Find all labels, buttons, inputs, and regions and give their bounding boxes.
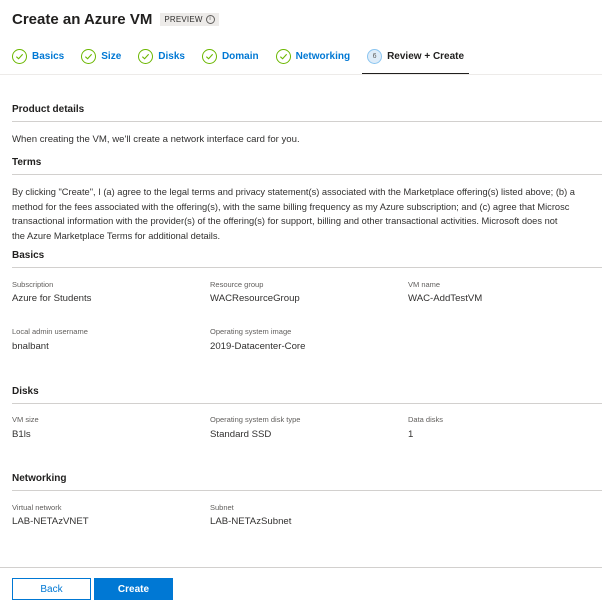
data-disks-value: 1 [408, 429, 414, 440]
data-disks-label: Data disks [408, 415, 444, 424]
step-label: Domain [221, 50, 259, 62]
step-size[interactable]: Size [81, 45, 121, 67]
page-header: Create an Azure VM PREVIEW i [12, 10, 219, 28]
page-title: Create an Azure VM [12, 10, 153, 28]
terms-line: By clicking "Create", I (a) agree to the… [12, 187, 575, 197]
disks-heading: Disks [12, 386, 39, 397]
subscription-label: Subscription [12, 280, 54, 289]
terms-line: the Azure Marketplace Terms for addition… [12, 230, 221, 241]
os-disk-type-value: Standard SSD [210, 429, 272, 440]
back-button[interactable]: Back [12, 578, 91, 600]
section-divider [12, 403, 602, 404]
basics-heading: Basics [12, 250, 45, 261]
admin-username-label: Local admin username [12, 327, 88, 336]
wizard-steps: Basics Size Disks Domain Networking 6 Re… [12, 45, 481, 75]
terms-line: transactional information with the provi… [12, 216, 558, 226]
resource-group-label: Resource group [210, 280, 264, 289]
subnet-label: Subnet [210, 503, 234, 512]
step-label: Basics [32, 50, 65, 62]
subnet-value: LAB-NETAzSubnet [210, 516, 292, 527]
step-label: Size [101, 50, 122, 62]
vm-name-label: VM name [408, 280, 441, 289]
preview-badge: PREVIEW i [160, 12, 219, 26]
step-label: Review + Create [387, 50, 465, 62]
section-divider [12, 490, 602, 491]
virtual-network-value: LAB-NETAzVNET [12, 516, 89, 527]
step-domain[interactable]: Domain [201, 45, 259, 67]
tab-divider [0, 74, 602, 75]
vm-size-value: B1ls [12, 429, 31, 440]
subscription-value: Azure for Students [12, 293, 92, 304]
create-button[interactable]: Create [94, 578, 173, 600]
checkmark-icon [12, 48, 27, 64]
checkmark-icon [138, 48, 154, 64]
networking-heading: Networking [12, 473, 67, 484]
step-disks[interactable]: Disks [138, 45, 185, 67]
terms-line: method for the fees associated with the … [12, 201, 570, 212]
terms-heading: Terms [12, 157, 42, 168]
create-azure-vm-page: Create an Azure VM PREVIEW i Basics Size… [0, 0, 602, 606]
preview-badge-label: PREVIEW [164, 14, 203, 24]
checkmark-icon [81, 48, 97, 64]
vm-name-value: WAC-AddTestVM [408, 293, 483, 304]
vm-size-label: VM size [12, 415, 39, 424]
step-basics[interactable]: Basics [12, 45, 64, 67]
section-divider [12, 267, 602, 268]
terms-text: By clicking "Create", I (a) agree to the… [12, 185, 602, 243]
step-number: 6 [367, 48, 383, 64]
info-icon[interactable]: i [205, 14, 215, 24]
os-image-label: Operating system image [210, 327, 292, 336]
resource-group-value: WACResourceGroup [210, 293, 300, 304]
section-divider [12, 174, 602, 175]
os-image-value: 2019-Datacenter-Core [210, 341, 306, 352]
step-label: Networking [295, 50, 351, 62]
product-details-heading: Product details [12, 104, 85, 115]
step-review-create[interactable]: 6 Review + Create [362, 45, 470, 75]
os-disk-type-label: Operating system disk type [210, 415, 301, 424]
admin-username-value: bnalbant [12, 341, 49, 352]
step-label: Disks [158, 50, 185, 62]
checkmark-icon [201, 48, 217, 64]
checkmark-icon [275, 48, 291, 64]
footer-divider [0, 567, 602, 568]
section-divider [12, 121, 602, 122]
step-networking[interactable]: Networking [275, 45, 351, 67]
product-details-text: When creating the VM, we'll create a net… [12, 134, 300, 145]
virtual-network-label: Virtual network [12, 503, 62, 512]
